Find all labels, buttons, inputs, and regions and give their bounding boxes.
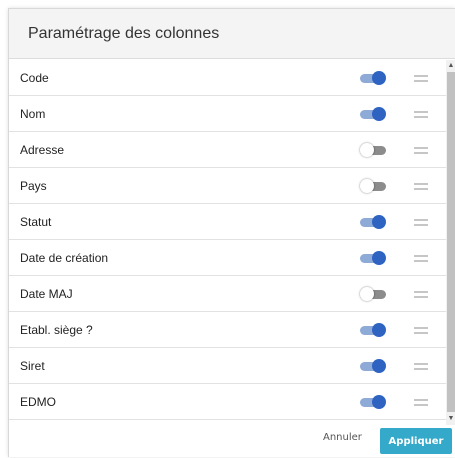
toggle-knob <box>372 71 386 85</box>
column-label: Code <box>20 70 49 85</box>
column-settings-dialog: Paramétrage des colonnes Code Nom Adresse P… <box>8 8 455 457</box>
toggle-knob <box>372 215 386 229</box>
drag-handle-icon[interactable] <box>414 327 428 334</box>
column-row: Date MAJ <box>9 276 446 312</box>
column-row: Code <box>9 60 446 96</box>
toggle-knob <box>372 251 386 265</box>
column-row: Etabl. siège ? <box>9 312 446 348</box>
column-list-area: Code Nom Adresse Pays Statut Date de création… <box>9 60 455 425</box>
drag-handle-icon[interactable] <box>414 183 428 190</box>
drag-handle-icon[interactable] <box>414 363 428 370</box>
drag-handle-icon[interactable] <box>414 219 428 226</box>
scroll-down-icon[interactable]: ▼ <box>446 413 455 425</box>
column-visibility-toggle[interactable] <box>360 359 386 373</box>
column-row: Adresse <box>9 132 446 168</box>
column-row: Nom <box>9 96 446 132</box>
column-label: Nom <box>20 106 46 121</box>
scroll-up-icon[interactable]: ▲ <box>446 60 455 72</box>
column-row: Statut <box>9 204 446 240</box>
column-row: Date de création <box>9 240 446 276</box>
column-row: EDMO <box>9 384 446 420</box>
toggle-knob <box>360 179 374 193</box>
toggle-knob <box>372 359 386 373</box>
column-label: EDMO <box>20 394 56 409</box>
column-label: Date de création <box>20 250 109 265</box>
dialog-header: Paramétrage des colonnes <box>9 9 455 59</box>
drag-handle-icon[interactable] <box>414 291 428 298</box>
column-row: Siret <box>9 348 446 384</box>
column-visibility-toggle[interactable] <box>360 215 386 229</box>
toggle-knob <box>360 143 374 157</box>
column-label: Etabl. siège ? <box>20 322 93 337</box>
column-visibility-toggle[interactable] <box>360 287 386 301</box>
scrollbar-thumb[interactable] <box>447 72 455 412</box>
drag-handle-icon[interactable] <box>414 147 428 154</box>
column-visibility-toggle[interactable] <box>360 143 386 157</box>
drag-handle-icon[interactable] <box>414 255 428 262</box>
drag-handle-icon[interactable] <box>414 75 428 82</box>
drag-handle-icon[interactable] <box>414 399 428 406</box>
column-visibility-toggle[interactable] <box>360 395 386 409</box>
drag-handle-icon[interactable] <box>414 111 428 118</box>
dialog-title: Paramétrage des colonnes <box>28 24 220 42</box>
cancel-button[interactable]: Annuler <box>323 432 362 443</box>
toggle-knob <box>360 287 374 301</box>
column-visibility-toggle[interactable] <box>360 71 386 85</box>
column-visibility-toggle[interactable] <box>360 107 386 121</box>
column-label: Adresse <box>20 142 65 157</box>
column-list: Code Nom Adresse Pays Statut Date de création… <box>9 60 446 420</box>
toggle-knob <box>372 323 386 337</box>
toggle-knob <box>372 395 386 409</box>
column-label: Date MAJ <box>20 286 73 301</box>
column-label: Statut <box>20 214 52 229</box>
dialog-footer: Annuler Appliquer <box>9 425 455 458</box>
toggle-knob <box>372 107 386 121</box>
column-visibility-toggle[interactable] <box>360 251 386 265</box>
column-visibility-toggle[interactable] <box>360 179 386 193</box>
column-label: Siret <box>20 358 45 373</box>
column-visibility-toggle[interactable] <box>360 323 386 337</box>
apply-button[interactable]: Appliquer <box>380 428 452 454</box>
column-row: Pays <box>9 168 446 204</box>
column-label: Pays <box>20 178 47 193</box>
vertical-scrollbar[interactable]: ▲ ▼ <box>446 60 455 425</box>
